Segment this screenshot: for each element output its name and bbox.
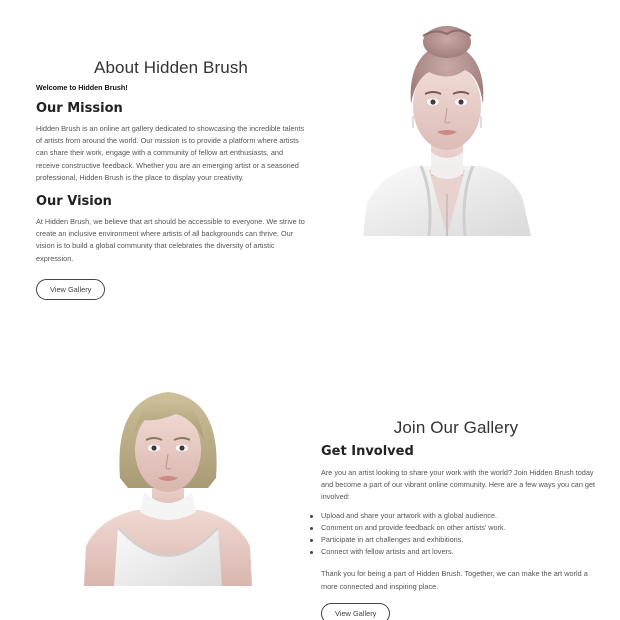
list-item: Participate in art challenges and exhibi… — [310, 534, 597, 546]
about-title: About Hidden Brush — [94, 58, 248, 77]
join-title: Join Our Gallery — [393, 418, 519, 437]
portrait-image-blonde — [84, 378, 252, 586]
welcome-text: Welcome to Hidden Brush! — [36, 83, 128, 92]
view-gallery-button[interactable]: View Gallery — [36, 278, 106, 300]
join-intro-text: Are you an artist looking to share your … — [321, 468, 596, 502]
mission-text: Hidden Brush is an online art gallery de… — [36, 124, 305, 182]
join-closing-text: Thank you for being a part of Hidden Bru… — [321, 569, 588, 591]
portrait-image-updo — [363, 24, 531, 236]
list-item: Connect with fellow artists and art love… — [310, 546, 597, 558]
join-section: Join Our Gallery Get Involved Are you an… — [310, 418, 597, 620]
vision-heading: Our Vision — [36, 194, 112, 210]
list-item: Comment on and provide feedback on other… — [310, 522, 597, 534]
about-section: About Hidden Brush Welcome to Hidden Bru… — [36, 58, 308, 300]
list-item: Upload and share your artwork with a glo… — [310, 510, 597, 522]
involvement-list: Upload and share your artwork with a glo… — [310, 510, 597, 559]
view-gallery-button[interactable]: View Gallery — [321, 602, 391, 620]
page: About Hidden Brush Welcome to Hidden Bru… — [0, 0, 620, 620]
vision-text: At Hidden Brush, we believe that art sho… — [36, 217, 305, 263]
get-involved-heading: Get Involved — [321, 444, 414, 459]
mission-heading: Our Mission — [36, 101, 123, 116]
